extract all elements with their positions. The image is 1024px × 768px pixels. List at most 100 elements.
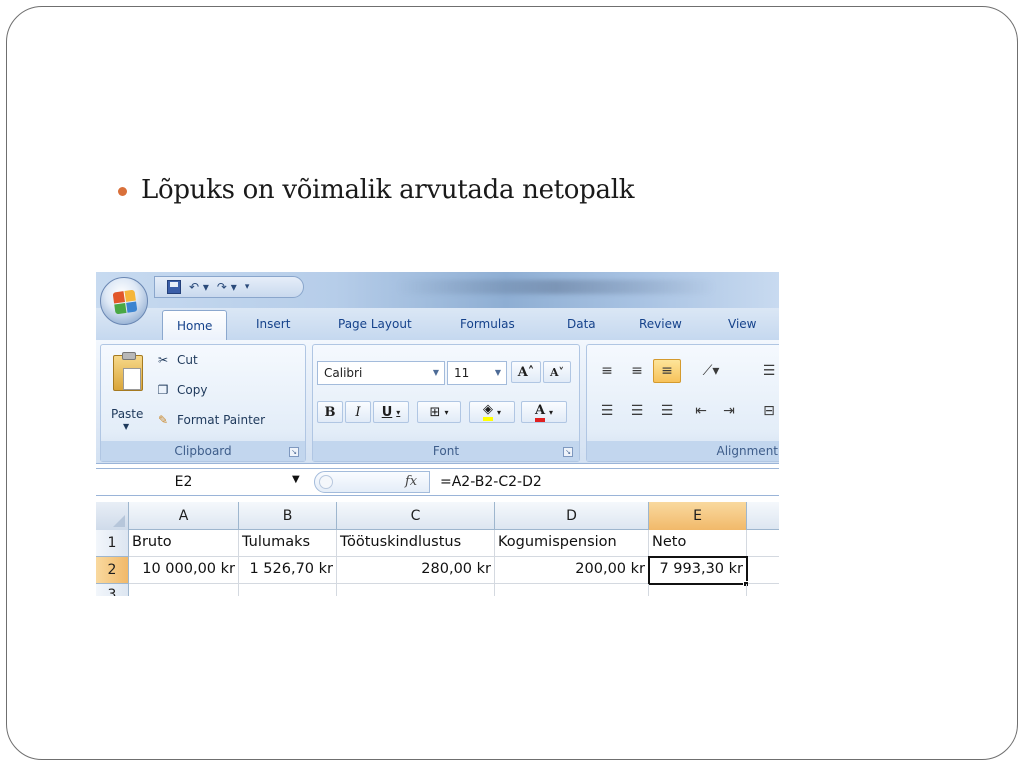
format-painter-label: Format Painter bbox=[177, 413, 266, 427]
align-left-icon[interactable]: ☰ bbox=[593, 399, 621, 423]
save-icon[interactable] bbox=[167, 280, 181, 294]
decrease-indent-icon[interactable]: ⇤ bbox=[687, 399, 715, 423]
cell-c3[interactable] bbox=[337, 584, 495, 596]
font-name-dropdown-icon: ▼ bbox=[432, 368, 439, 377]
font-name-dropdown[interactable]: Calibri ▼ bbox=[317, 361, 445, 385]
cell-d1[interactable]: Kogumispension bbox=[495, 530, 649, 557]
top-align-icon[interactable]: ≡ bbox=[593, 359, 621, 383]
paste-icon[interactable] bbox=[113, 352, 143, 391]
tab-review[interactable]: Review bbox=[639, 317, 682, 331]
row-header-2[interactable]: 2 bbox=[96, 557, 129, 584]
cell-d2[interactable]: 200,00 kr bbox=[495, 557, 649, 584]
italic-button[interactable]: I bbox=[345, 401, 371, 423]
align-center-icon[interactable]: ☰ bbox=[623, 399, 651, 423]
cell-b1[interactable]: Tulumaks bbox=[239, 530, 337, 557]
name-box-dropdown-icon[interactable]: ▼ bbox=[292, 474, 300, 485]
font-size-dropdown[interactable]: 11 ▼ bbox=[447, 361, 507, 385]
middle-align-icon[interactable]: ≡ bbox=[623, 359, 651, 383]
office-button[interactable] bbox=[100, 277, 148, 325]
row-header-1[interactable]: 1 bbox=[96, 530, 129, 557]
bullet-text: Lõpuks on võimalik arvutada netopalk bbox=[141, 175, 635, 205]
underline-button[interactable]: U ▾ bbox=[373, 401, 409, 423]
borders-button[interactable]: ⊞ ▾ bbox=[417, 401, 461, 423]
formula-input[interactable]: =A2-B2-C2-D2 bbox=[440, 474, 542, 490]
underline-dropdown-icon: ▾ bbox=[396, 407, 401, 417]
copy-icon: ❐ bbox=[157, 383, 169, 397]
column-header-row: A B C D E bbox=[96, 502, 779, 530]
cell-c2[interactable]: 280,00 kr bbox=[337, 557, 495, 584]
borders-dropdown-icon: ▾ bbox=[444, 407, 449, 417]
cell-d3[interactable] bbox=[495, 584, 649, 596]
ribbon-tabs: Home Insert Page Layout Formulas Data Re… bbox=[96, 308, 779, 342]
cell-a3[interactable] bbox=[129, 584, 239, 596]
tab-data[interactable]: Data bbox=[567, 317, 596, 331]
tab-formulas[interactable]: Formulas bbox=[460, 317, 515, 331]
grow-font-icon: A˄ bbox=[517, 364, 535, 380]
shrink-font-button[interactable]: A˅ bbox=[543, 361, 571, 383]
copy-button[interactable]: ❐ Copy bbox=[155, 383, 208, 397]
ribbon: Paste ▼ ✂ Cut ❐ Copy ✎ Format Painter Cl… bbox=[96, 340, 779, 464]
font-size-value: 11 bbox=[454, 366, 470, 380]
scissors-icon: ✂ bbox=[157, 353, 169, 367]
column-header-b[interactable]: B bbox=[239, 502, 337, 530]
font-color-button[interactable]: A ▾ bbox=[521, 401, 567, 423]
redo-icon[interactable]: ↷ ▾ bbox=[217, 280, 237, 294]
orientation-icon[interactable]: ⟋▾ bbox=[691, 359, 731, 383]
paste-dropdown-icon[interactable]: ▼ bbox=[123, 422, 129, 431]
cell-b2[interactable]: 1 526,70 kr bbox=[239, 557, 337, 584]
bullet-item: Lõpuks on võimalik arvutada netopalk bbox=[118, 170, 634, 210]
formula-bar: E2 ▼ fx =A2-B2-C2-D2 bbox=[96, 468, 779, 496]
font-launcher-icon[interactable]: ↘ bbox=[563, 447, 573, 457]
cut-button[interactable]: ✂ Cut bbox=[155, 353, 198, 367]
grow-font-button[interactable]: A˄ bbox=[511, 361, 541, 383]
cell-a1[interactable]: Bruto bbox=[129, 530, 239, 557]
merge-center-icon[interactable]: ⊟ bbox=[755, 399, 779, 423]
fill-bucket-icon: ◈ bbox=[482, 403, 493, 421]
insert-function-button[interactable]: fx bbox=[405, 474, 417, 489]
paintbrush-icon: ✎ bbox=[157, 413, 169, 427]
cell-f1[interactable] bbox=[747, 530, 779, 557]
spreadsheet-grid: A B C D E 1 Bruto Tulumaks Töötuskindlus… bbox=[96, 502, 779, 596]
tab-home[interactable]: Home bbox=[162, 310, 228, 342]
tab-page-layout[interactable]: Page Layout bbox=[338, 317, 412, 331]
row-header-3[interactable]: 3 bbox=[96, 584, 129, 596]
format-painter-button[interactable]: ✎ Format Painter bbox=[155, 413, 265, 427]
bullet-dot-icon bbox=[118, 186, 127, 196]
column-header-c[interactable]: C bbox=[337, 502, 495, 530]
tab-insert[interactable]: Insert bbox=[256, 317, 290, 331]
name-box[interactable]: E2 bbox=[96, 471, 311, 493]
font-color-dropdown-icon: ▾ bbox=[549, 407, 554, 417]
bottom-align-icon[interactable]: ≡ bbox=[653, 359, 681, 383]
cell-e2[interactable]: 7 993,30 kr bbox=[648, 556, 748, 585]
font-size-dropdown-icon: ▼ bbox=[494, 368, 501, 377]
shrink-font-icon: A˅ bbox=[549, 365, 565, 379]
column-header-d[interactable]: D bbox=[495, 502, 649, 530]
select-all-button[interactable] bbox=[96, 502, 129, 530]
column-header-f[interactable] bbox=[747, 502, 779, 530]
excel-screenshot: ↶ ▾ ↷ ▾ ▾ Home Insert Page Layout Formul… bbox=[96, 272, 779, 596]
cut-label: Cut bbox=[177, 353, 198, 367]
column-header-a[interactable]: A bbox=[129, 502, 239, 530]
cell-c1[interactable]: Töötuskindlustus bbox=[337, 530, 495, 557]
fill-color-button[interactable]: ◈ ▾ bbox=[469, 401, 515, 423]
align-right-icon[interactable]: ☰ bbox=[653, 399, 681, 423]
alignment-group: ≡ ≡ ≡ ⟋▾ ☰ ☰ ☰ ☰ ⇤ ⇥ ⊟ Alignment bbox=[586, 344, 779, 462]
cell-b3[interactable] bbox=[239, 584, 337, 596]
font-name-value: Calibri bbox=[324, 366, 363, 380]
column-header-e[interactable]: E bbox=[649, 502, 747, 530]
expand-icon[interactable] bbox=[319, 475, 333, 489]
undo-icon[interactable]: ↶ ▾ bbox=[189, 280, 209, 294]
clipboard-launcher-icon[interactable]: ↘ bbox=[289, 447, 299, 457]
tab-view[interactable]: View bbox=[728, 317, 756, 331]
paste-button[interactable]: Paste bbox=[111, 407, 143, 421]
wrap-text-icon[interactable]: ☰ bbox=[755, 359, 779, 383]
customize-toolbar-icon[interactable]: ▾ bbox=[245, 282, 250, 292]
copy-label: Copy bbox=[177, 383, 208, 397]
font-color-icon: A bbox=[534, 403, 546, 422]
bold-button[interactable]: B bbox=[317, 401, 343, 423]
cell-e3[interactable] bbox=[649, 584, 747, 596]
increase-indent-icon[interactable]: ⇥ bbox=[715, 399, 743, 423]
cell-a2[interactable]: 10 000,00 kr bbox=[129, 557, 239, 584]
cell-f2[interactable] bbox=[748, 557, 779, 584]
cell-e1[interactable]: Neto bbox=[649, 530, 747, 557]
